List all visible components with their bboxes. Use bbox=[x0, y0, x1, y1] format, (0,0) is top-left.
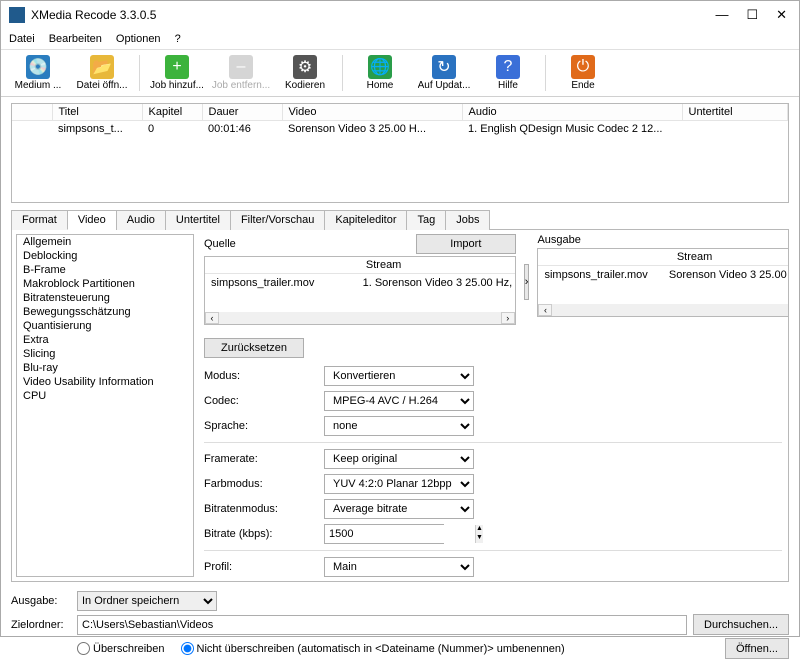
video-options-tree[interactable]: AllgemeinDeblockingB-FrameMakroblock Par… bbox=[16, 234, 194, 577]
toolbar-update-button[interactable]: ↻Auf Updat... bbox=[413, 53, 475, 93]
toolbar-encode-button[interactable]: ⚙Kodieren bbox=[274, 53, 336, 93]
zielordner-input[interactable] bbox=[77, 615, 687, 635]
codec-select[interactable]: MPEG-4 AVC / H.264 bbox=[324, 391, 474, 411]
minimize-button[interactable]: — bbox=[715, 7, 728, 23]
sprache-select[interactable]: none bbox=[324, 416, 474, 436]
tab-format[interactable]: Format bbox=[11, 210, 68, 230]
close-button[interactable]: ✕ bbox=[776, 7, 787, 23]
toolbar-addjob-button[interactable]: +Job hinzuf... bbox=[146, 53, 208, 93]
farbmodus-select[interactable]: YUV 4:2:0 Planar 12bpp bbox=[324, 474, 474, 494]
tab-jobs[interactable]: Jobs bbox=[445, 210, 490, 230]
file-list[interactable]: TitelKapitelDauerVideoAudioUntertitel si… bbox=[11, 103, 789, 203]
tree-item[interactable]: B-Frame bbox=[17, 263, 193, 277]
tree-item[interactable]: Allgemein bbox=[17, 235, 193, 249]
tab-tag[interactable]: Tag bbox=[406, 210, 446, 230]
toolbar-help-button[interactable]: ?Hilfe bbox=[477, 53, 539, 93]
tree-item[interactable]: CPU bbox=[17, 389, 193, 403]
menu-optionen[interactable]: Optionen bbox=[116, 33, 161, 45]
footer: Ausgabe: In Ordner speichern Zielordner:… bbox=[1, 582, 799, 652]
source-label: Quelle bbox=[204, 238, 236, 250]
tabs: FormatVideoAudioUntertitelFilter/Vorscha… bbox=[11, 209, 789, 230]
move-stream-button[interactable]: › bbox=[524, 264, 530, 300]
menubar: Datei Bearbeiten Optionen ? bbox=[1, 29, 799, 49]
tab-filtervorschau[interactable]: Filter/Vorschau bbox=[230, 210, 325, 230]
bitrate-spinner[interactable]: ▲▼ bbox=[324, 524, 444, 544]
menu-datei[interactable]: Datei bbox=[9, 33, 35, 45]
window-title: XMedia Recode 3.3.0.5 bbox=[31, 8, 715, 22]
exit-icon: ⏻ bbox=[571, 55, 595, 79]
tree-item[interactable]: Quantisierung bbox=[17, 319, 193, 333]
overwrite-radio[interactable]: Überschreiben bbox=[77, 642, 165, 655]
toolbar: 💿Medium ...📂Datei öffn... +Job hinzuf...–… bbox=[1, 49, 799, 97]
toolbar-medium-button[interactable]: 💿Medium ... bbox=[7, 53, 69, 93]
titlebar: XMedia Recode 3.3.0.5 — ☐ ✕ bbox=[1, 1, 799, 29]
file-row[interactable]: simpsons_t...000:01:46Sorenson Video 3 2… bbox=[12, 121, 788, 138]
tree-item[interactable]: Deblocking bbox=[17, 249, 193, 263]
home-icon: 🌐 bbox=[368, 55, 392, 79]
tab-kapiteleditor[interactable]: Kapiteleditor bbox=[324, 210, 407, 230]
source-hscroll[interactable]: ‹› bbox=[205, 312, 515, 324]
tree-item[interactable]: Blu-ray bbox=[17, 361, 193, 375]
menu-help[interactable]: ? bbox=[175, 33, 181, 45]
browse-button[interactable]: Durchsuchen... bbox=[693, 614, 789, 635]
tree-item[interactable]: Bewegungsschätzung bbox=[17, 305, 193, 319]
encode-icon: ⚙ bbox=[293, 55, 317, 79]
reset-button[interactable]: Zurücksetzen bbox=[204, 338, 304, 358]
ausgabe-select[interactable]: In Ordner speichern bbox=[77, 591, 217, 611]
medium-icon: 💿 bbox=[26, 55, 50, 79]
modus-select[interactable]: Konvertieren bbox=[324, 366, 474, 386]
maximize-button[interactable]: ☐ bbox=[746, 7, 758, 23]
profil-select[interactable]: Main bbox=[324, 557, 474, 577]
framerate-select[interactable]: Keep original bbox=[324, 449, 474, 469]
source-stream-table[interactable]: Stream simpsons_trailer.mov1. Sorenson V… bbox=[204, 256, 516, 325]
output-hscroll[interactable]: ‹› bbox=[538, 304, 788, 316]
toolbar-removejob-button: –Job entfern... bbox=[210, 53, 272, 93]
update-icon: ↻ bbox=[432, 55, 456, 79]
tab-audio[interactable]: Audio bbox=[116, 210, 166, 230]
toolbar-exit-button[interactable]: ⏻Ende bbox=[552, 53, 614, 93]
import-button[interactable]: Import bbox=[416, 234, 516, 254]
output-stream-table[interactable]: Stream simpsons_trailer.movSorenson Vide… bbox=[537, 248, 788, 317]
bitratenmodus-select[interactable]: Average bitrate bbox=[324, 499, 474, 519]
output-label: Ausgabe bbox=[537, 234, 788, 246]
tree-item[interactable]: Slicing bbox=[17, 347, 193, 361]
open-icon: 📂 bbox=[90, 55, 114, 79]
tree-item[interactable]: Extra bbox=[17, 333, 193, 347]
app-icon bbox=[9, 7, 25, 23]
removejob-icon: – bbox=[229, 55, 253, 79]
addjob-icon: + bbox=[165, 55, 189, 79]
toolbar-home-button[interactable]: 🌐Home bbox=[349, 53, 411, 93]
video-panel: AllgemeinDeblockingB-FrameMakroblock Par… bbox=[11, 230, 789, 582]
help-icon: ? bbox=[496, 55, 520, 79]
no-overwrite-radio[interactable]: Nicht überschreiben (automatisch in <Dat… bbox=[181, 642, 565, 655]
tree-item[interactable]: Bitratensteuerung bbox=[17, 291, 193, 305]
toolbar-open-button[interactable]: 📂Datei öffn... bbox=[71, 53, 133, 93]
tab-untertitel[interactable]: Untertitel bbox=[165, 210, 231, 230]
open-folder-button[interactable]: Öffnen... bbox=[725, 638, 789, 659]
tree-item[interactable]: Video Usability Information bbox=[17, 375, 193, 389]
tree-item[interactable]: Makroblock Partitionen bbox=[17, 277, 193, 291]
tab-video[interactable]: Video bbox=[67, 210, 117, 230]
menu-bearbeiten[interactable]: Bearbeiten bbox=[49, 33, 102, 45]
